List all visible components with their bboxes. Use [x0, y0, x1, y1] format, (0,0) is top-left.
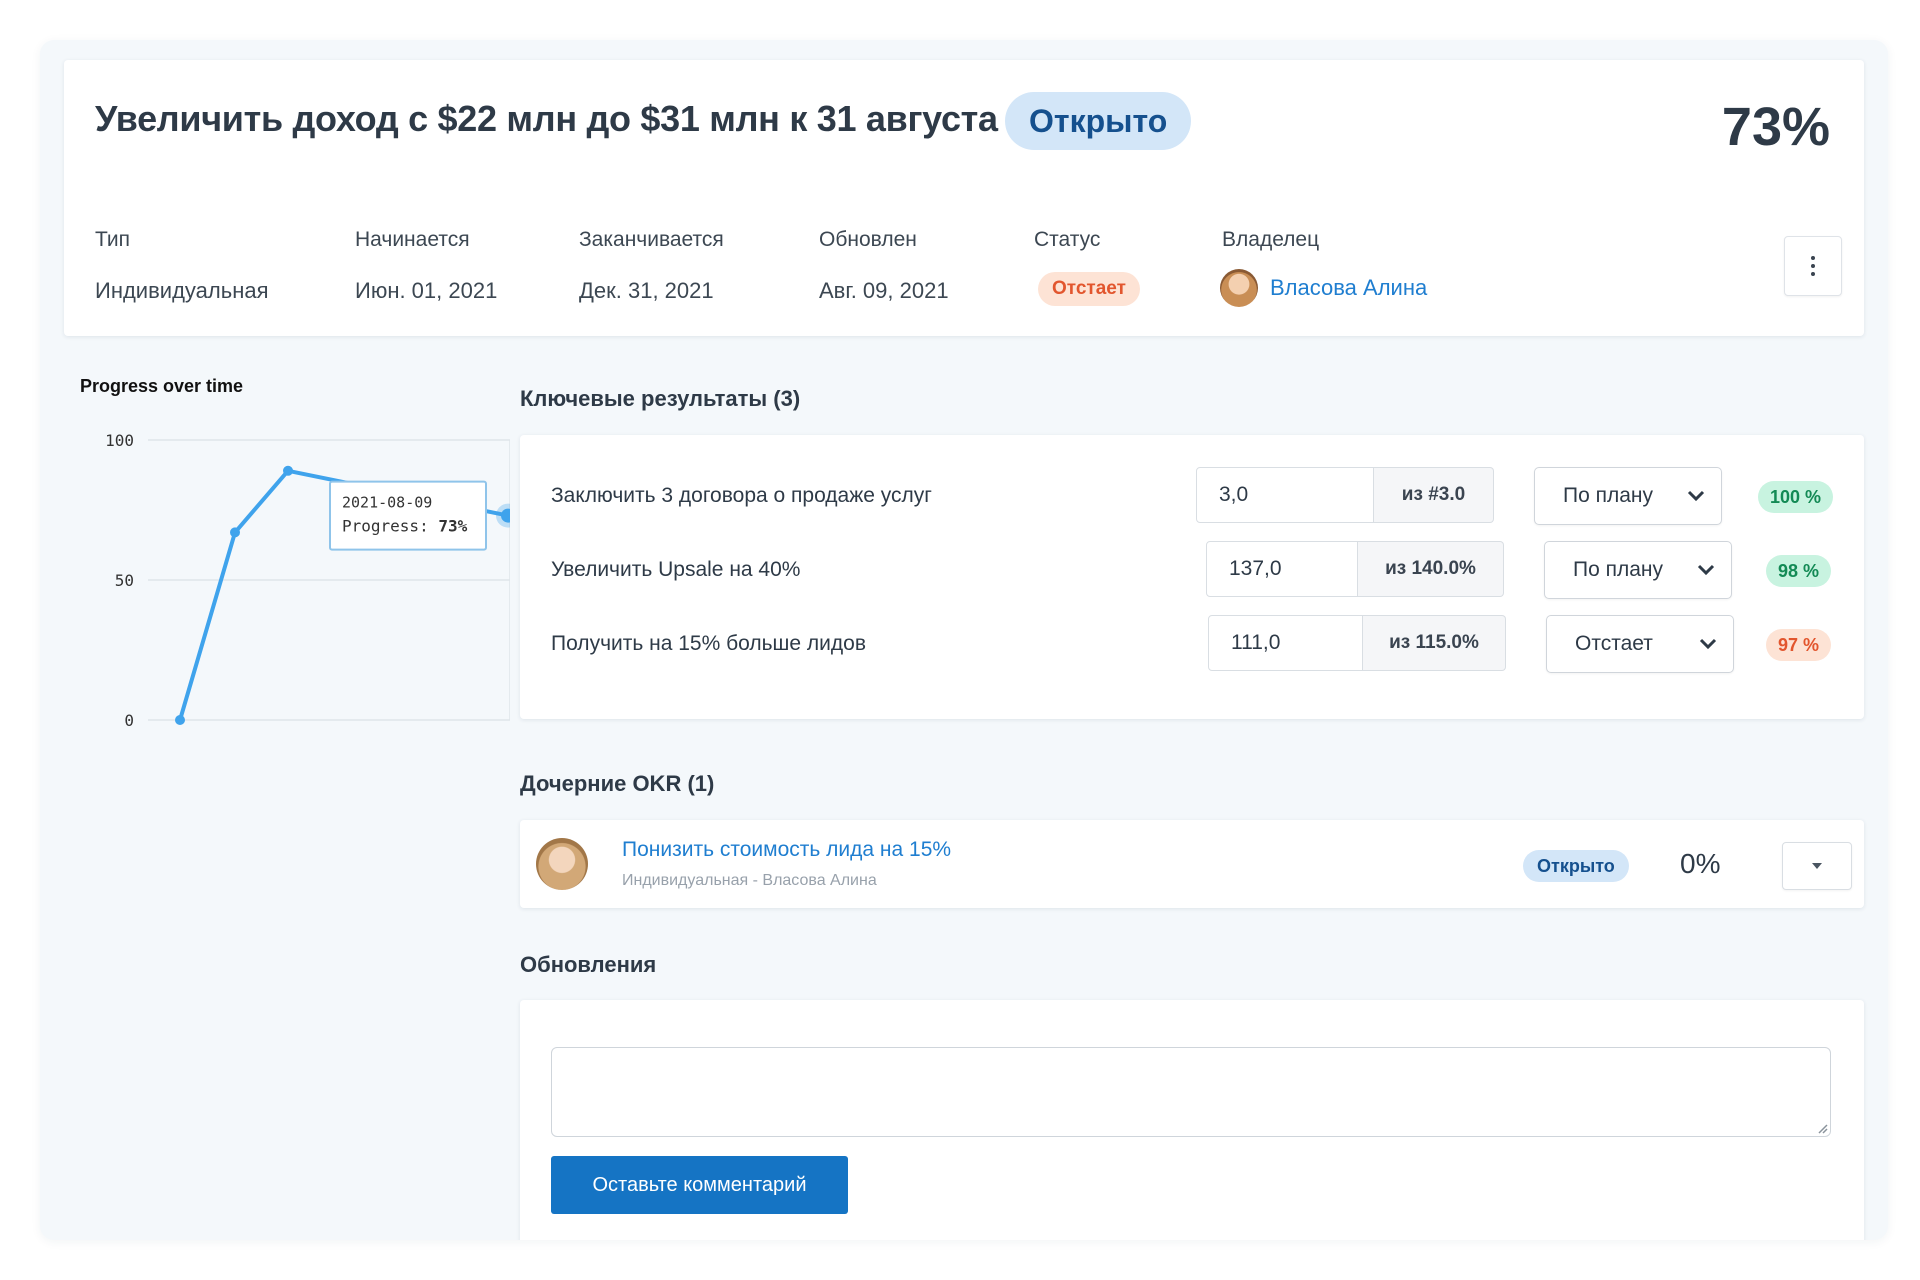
key-result-status-value: По плану	[1573, 558, 1664, 581]
key-result-percent: 100 %	[1758, 481, 1834, 513]
chart-tooltip-date: 2021-08-09	[342, 494, 432, 512]
key-result-status-select[interactable]: По плану	[1534, 467, 1722, 525]
key-result-percent: 98 %	[1766, 555, 1832, 587]
objective-progress: 73%	[1721, 97, 1830, 157]
chart-tooltip-progress: Progress: 73%	[342, 517, 468, 536]
chart-tooltip-box	[329, 480, 487, 551]
chart-tooltip-label: Progress:	[342, 517, 438, 536]
child-okrs-title: Дочерние OKR (1)	[520, 771, 715, 796]
child-okr-status-pill: Открыто	[1523, 850, 1629, 882]
meta-label-updated: Обновлен	[819, 228, 917, 251]
key-result-target: из 140.0%	[1358, 541, 1504, 597]
updates-card: Оставьте комментарий	[520, 1000, 1864, 1240]
chevron-down-icon	[1687, 490, 1705, 502]
key-result-value-input[interactable]: 3,0	[1196, 467, 1374, 523]
objective-status-pill: Открыто	[1005, 92, 1192, 150]
key-result-status-value: Отстает	[1575, 632, 1653, 655]
chart-point[interactable]	[283, 465, 293, 476]
key-results-card: Заключить 3 договора о продаже услуг 3,0…	[520, 435, 1864, 719]
key-result-row: Получить на 15% больше лидов 111,0 из 11…	[520, 615, 1864, 675]
progress-chart: 0 50 100 2021-08-09 Progress: 73%	[105, 431, 510, 730]
meta-value-end: Дек. 31, 2021	[579, 278, 714, 303]
updates-title: Обновления	[520, 952, 657, 977]
chart-y-tick-label: 0	[124, 711, 134, 730]
meta-value-updated: Авг. 09, 2021	[819, 278, 949, 303]
child-okr-title-link[interactable]: Понизить стоимость лида на 15%	[622, 838, 951, 862]
child-okr-card: Понизить стоимость лида на 15% Индивидуа…	[520, 820, 1864, 908]
key-result-label: Получить на 15% больше лидов	[551, 632, 866, 655]
avatar	[536, 838, 588, 890]
key-result-target: из 115.0%	[1363, 615, 1506, 671]
kebab-icon	[1811, 256, 1815, 276]
key-result-target: из #3.0	[1374, 467, 1494, 523]
owner-name-link[interactable]: Власова Алина	[1270, 275, 1427, 301]
child-okr-expand-button[interactable]	[1782, 842, 1852, 890]
objective-title: Увеличить доход с $22 млн до $31 млн к 3…	[95, 98, 998, 139]
key-result-value-input[interactable]: 111,0	[1208, 615, 1363, 671]
meta-label-start: Начинается	[355, 228, 470, 251]
resize-grip-icon[interactable]	[1816, 1122, 1828, 1134]
key-result-row: Увеличить Upsale на 40% 137,0 из 140.0% …	[520, 541, 1864, 601]
more-options-button[interactable]	[1784, 236, 1842, 296]
caret-down-icon	[1812, 863, 1822, 869]
comment-textarea[interactable]	[551, 1047, 1831, 1137]
key-result-status-select[interactable]: По плану	[1544, 541, 1732, 599]
avatar	[1220, 269, 1258, 307]
key-result-status-value: По плану	[1563, 484, 1654, 507]
chart-y-ticks: 0 50 100	[105, 431, 134, 730]
meta-value-start: Июн. 01, 2021	[355, 278, 498, 303]
chart-point[interactable]	[230, 527, 240, 538]
key-result-status-select[interactable]: Отстает	[1546, 615, 1734, 673]
chart-tooltip-value: 73%	[438, 517, 467, 536]
key-result-label: Заключить 3 договора о продаже услуг	[551, 484, 932, 507]
child-okr-subtitle: Индивидуальная - Власова Алина	[622, 872, 877, 889]
chevron-down-icon	[1697, 564, 1715, 576]
meta-label-end: Заканчивается	[579, 228, 724, 251]
objective-header-card: Увеличить доход с $22 млн до $31 млн к 3…	[64, 60, 1864, 336]
meta-value-type: Индивидуальная	[95, 278, 269, 303]
owner[interactable]: Власова Алина	[1220, 268, 1427, 308]
key-result-row: Заключить 3 договора о продаже услуг 3,0…	[520, 467, 1864, 527]
chart-point[interactable]	[175, 715, 185, 725]
chart-y-tick-label: 50	[115, 571, 134, 590]
meta-label-owner: Владелец	[1222, 228, 1320, 251]
status-badge: Отстает	[1038, 272, 1140, 306]
chevron-down-icon	[1699, 638, 1717, 650]
child-okr-percent: 0%	[1680, 848, 1721, 879]
leave-comment-button[interactable]: Оставьте комментарий	[551, 1156, 848, 1214]
key-results-title: Ключевые результаты (3)	[520, 386, 801, 411]
key-result-label: Увеличить Upsale на 40%	[551, 558, 801, 581]
chart-title: Progress over time	[80, 376, 244, 396]
key-result-value-input[interactable]: 137,0	[1206, 541, 1358, 597]
chart-y-tick-label: 100	[105, 431, 134, 450]
chart-tooltip: 2021-08-09 Progress: 73%	[329, 480, 487, 551]
meta-label-status: Статус	[1034, 228, 1101, 251]
meta-label-type: Тип	[95, 228, 131, 251]
key-result-percent: 97 %	[1766, 629, 1832, 661]
okr-detail-window: Увеличить доход с $22 млн до $31 млн к 3…	[40, 40, 1888, 1240]
